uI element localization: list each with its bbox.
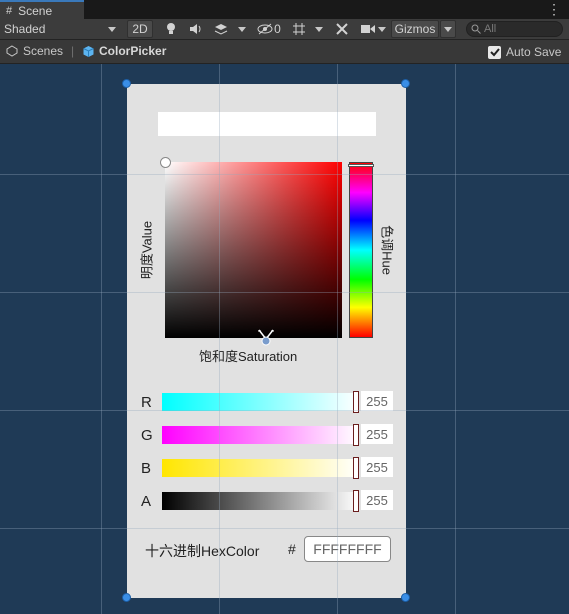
- camera-icon: [360, 25, 375, 33]
- scene-view[interactable]: 明度Value 色调Hue 饱和度Saturation R 255 G 255 …: [0, 64, 569, 614]
- hue-slider[interactable]: [349, 162, 373, 338]
- grid-dropdown[interactable]: [311, 19, 327, 39]
- slider-a-value[interactable]: 255: [361, 490, 393, 510]
- shading-mode-dropdown[interactable]: Shaded: [4, 19, 120, 39]
- unity-logo-icon: [6, 45, 18, 57]
- chevron-down-icon: [238, 26, 246, 32]
- hidden-eye-icon: [257, 23, 273, 35]
- auto-save-toggle[interactable]: Auto Save: [488, 45, 561, 59]
- grid-line: [337, 64, 338, 614]
- hex-label: 十六进制HexColor: [145, 543, 260, 559]
- chevron-down-icon: [108, 26, 116, 32]
- gizmos-label: Gizmos: [394, 22, 436, 36]
- grid-line: [455, 64, 456, 614]
- scene-toolbar: Shaded 2D 0 Gizmos All: [0, 19, 569, 40]
- transform-gizmo-icon[interactable]: [256, 328, 276, 348]
- more-options-icon[interactable]: ⋮: [547, 1, 561, 17]
- breadcrumb: Scenes | ColorPicker Auto Save: [0, 40, 569, 64]
- slider-b-track[interactable]: [162, 459, 359, 477]
- grid-line: [0, 174, 569, 175]
- slider-g-handle[interactable]: [353, 424, 359, 446]
- slider-g-track[interactable]: [162, 426, 359, 444]
- slider-b-value[interactable]: 255: [361, 457, 393, 477]
- hex-input[interactable]: FFFFFFFF: [304, 536, 391, 562]
- search-input[interactable]: All: [466, 21, 563, 37]
- slider-b-handle[interactable]: [353, 457, 359, 479]
- rect-handle-bottom-left[interactable]: [122, 593, 131, 602]
- checkmark-icon: [489, 48, 500, 57]
- slider-b-label: B: [141, 460, 152, 477]
- slider-a-label: A: [141, 493, 152, 510]
- gizmos-dropdown[interactable]: [440, 20, 456, 38]
- auto-save-label: Auto Save: [506, 45, 562, 59]
- breadcrumb-scenes[interactable]: Scenes: [6, 44, 63, 58]
- slider-r-label: R: [141, 394, 152, 411]
- chevron-down-icon: [377, 26, 386, 32]
- saturation-value-square[interactable]: [165, 162, 342, 338]
- slider-r-value[interactable]: 255: [361, 391, 393, 411]
- hue-axis-label: 色调Hue: [379, 225, 395, 275]
- grid-line: [101, 64, 102, 614]
- scene-visibility-toggle[interactable]: 0: [254, 19, 284, 39]
- breadcrumb-current: ColorPicker: [99, 44, 167, 58]
- grid-icon: #: [6, 4, 13, 17]
- tab-label: Scene: [18, 3, 53, 18]
- mode-2d-label: 2D: [132, 22, 148, 36]
- effects-icon[interactable]: [210, 19, 232, 39]
- breadcrumb-colorpicker[interactable]: ColorPicker: [82, 44, 166, 58]
- slider-a-track[interactable]: [162, 492, 359, 510]
- mode-2d-button[interactable]: 2D: [127, 20, 153, 38]
- shading-mode-label: Shaded: [4, 22, 46, 36]
- slider-g-value[interactable]: 255: [361, 424, 393, 444]
- value-axis-label: 明度Value: [139, 220, 155, 280]
- hex-hash: #: [288, 541, 296, 557]
- breadcrumb-root: Scenes: [23, 44, 64, 58]
- saturation-axis-label: 饱和度Saturation: [199, 349, 298, 364]
- gizmos-button[interactable]: Gizmos: [391, 20, 439, 38]
- slider-r-track[interactable]: [162, 393, 359, 411]
- slider-g-label: G: [141, 427, 153, 444]
- audio-icon[interactable]: [185, 19, 207, 39]
- hidden-count: 0: [274, 22, 281, 36]
- slider-a-handle[interactable]: [353, 490, 359, 512]
- auto-save-checkbox[interactable]: [488, 45, 501, 59]
- hue-slider-handle[interactable]: [348, 164, 374, 167]
- color-picker-panel: 明度Value 色调Hue 饱和度Saturation R 255 G 255 …: [127, 84, 406, 598]
- sv-selector-handle[interactable]: [160, 157, 171, 168]
- grid-line: [0, 292, 569, 293]
- tools-icon[interactable]: [331, 19, 353, 39]
- tab-bar: # Scene ⋮: [0, 0, 569, 19]
- rect-handle-bottom-right[interactable]: [401, 593, 410, 602]
- grid-snap-icon[interactable]: [288, 19, 310, 39]
- color-preview: [158, 112, 376, 136]
- grid-line: [219, 64, 220, 614]
- tab-scene[interactable]: # Scene: [0, 0, 84, 19]
- search-placeholder: All: [484, 23, 497, 35]
- lighting-icon[interactable]: [160, 19, 182, 39]
- breadcrumb-separator: |: [71, 44, 75, 58]
- search-icon: [471, 24, 481, 34]
- chevron-down-icon: [444, 26, 452, 32]
- prefab-cube-icon: [83, 45, 94, 57]
- effects-dropdown[interactable]: [234, 19, 250, 39]
- chevron-down-icon: [315, 26, 323, 32]
- grid-line: [0, 528, 569, 529]
- rect-handle-top-right[interactable]: [401, 79, 410, 88]
- camera-dropdown[interactable]: [356, 19, 390, 39]
- rect-handle-top-left[interactable]: [122, 79, 131, 88]
- grid-line: [0, 410, 569, 411]
